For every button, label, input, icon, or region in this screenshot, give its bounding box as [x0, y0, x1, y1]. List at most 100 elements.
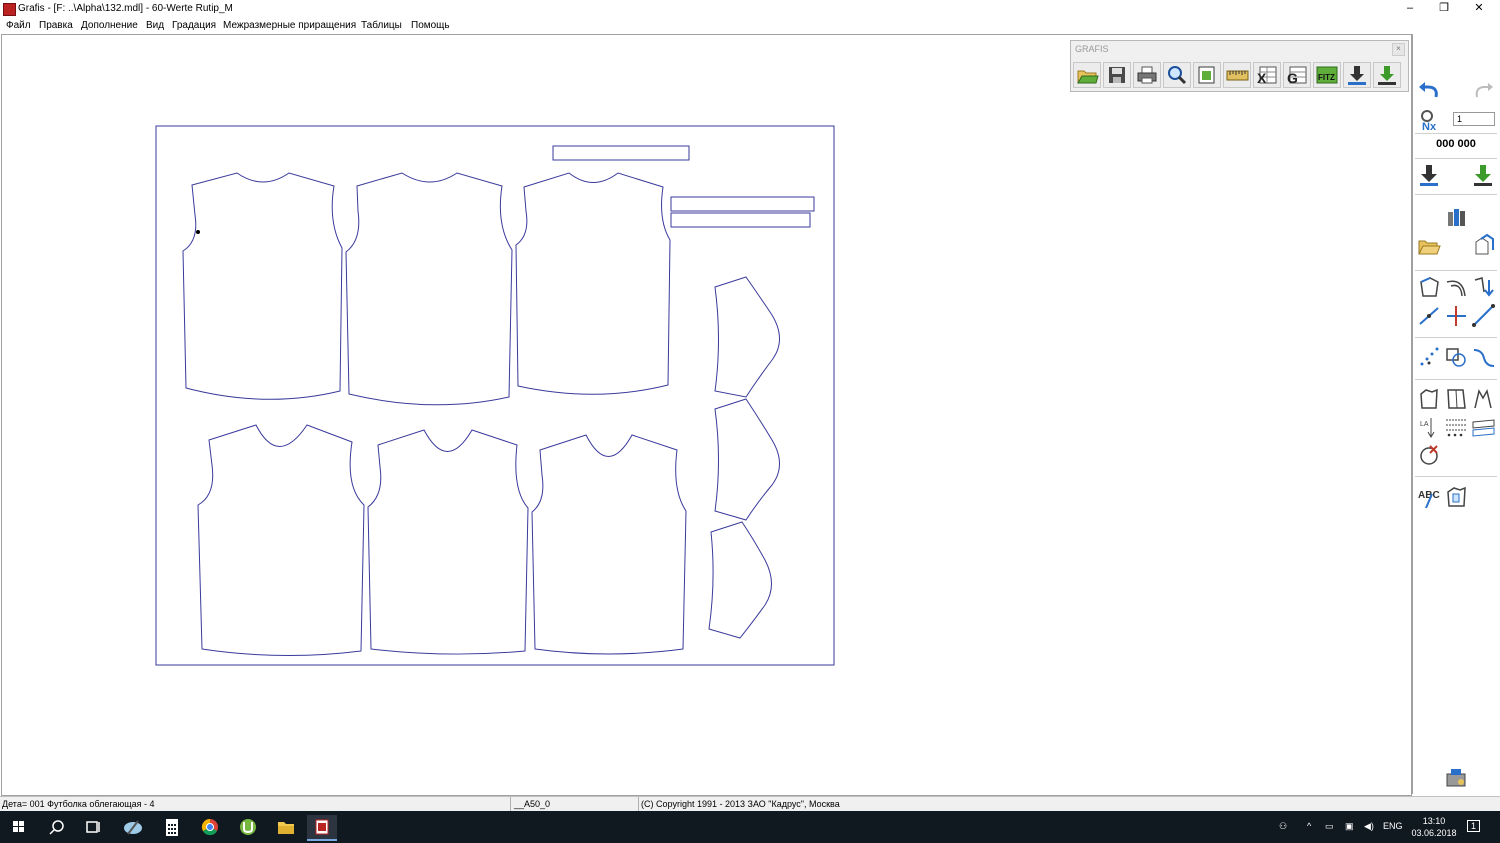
print-button[interactable] — [1133, 62, 1161, 88]
taskbar-app-utorrent[interactable] — [233, 815, 263, 839]
dashed-lines-button[interactable] — [1443, 414, 1470, 440]
sleeve-piece-1[interactable] — [714, 276, 780, 398]
taskbar-app-explorer[interactable] — [271, 815, 301, 839]
download-icon — [1420, 165, 1438, 186]
delete-piece-icon — [1420, 445, 1438, 465]
zoom-button[interactable] — [1163, 62, 1191, 88]
sleeve-piece-2[interactable] — [714, 398, 780, 521]
volume-icon[interactable]: ◀) — [1364, 821, 1374, 832]
menu-size-increments[interactable]: Межразмерные приращения — [223, 20, 356, 31]
piece-outline-icon — [1420, 388, 1438, 409]
svg-text:Nx: Nx — [1422, 121, 1437, 132]
page-button[interactable] — [1193, 62, 1221, 88]
language-indicator[interactable]: ENG — [1383, 821, 1403, 831]
start-button[interactable] — [4, 815, 34, 839]
piece-info-button[interactable] — [1443, 484, 1470, 510]
open-folder-button[interactable] — [1073, 62, 1101, 88]
undo-icon — [1419, 82, 1438, 98]
pattern-piece-bottom-3[interactable] — [531, 434, 687, 655]
settings-button[interactable] — [1443, 764, 1470, 790]
arc-icon — [1473, 349, 1495, 367]
taskbar-app-chrome[interactable] — [195, 815, 225, 839]
fitz-button[interactable]: FITZ — [1313, 62, 1341, 88]
seam-button[interactable] — [1470, 414, 1497, 440]
taskbar-app-calculator[interactable] — [157, 815, 187, 839]
shapes-button[interactable] — [1443, 344, 1470, 370]
notifications-button[interactable]: 1 — [1467, 820, 1481, 832]
drawing-canvas[interactable] — [1, 34, 1412, 796]
download-green-icon — [1474, 165, 1492, 186]
taskbar-app-grafis-active[interactable] — [307, 815, 337, 841]
library-button[interactable] — [1443, 204, 1470, 230]
svg-text:G: G — [1287, 70, 1298, 86]
menu-grading[interactable]: Градация — [172, 20, 216, 31]
network-icon[interactable]: ▣ — [1345, 821, 1354, 832]
piece-split-icon — [1447, 389, 1466, 409]
excel-table-button[interactable]: X — [1253, 62, 1281, 88]
contour-button[interactable] — [1416, 274, 1443, 300]
toolbar-title: GRAFIS — [1075, 44, 1109, 54]
menu-edit[interactable]: Правка — [39, 20, 73, 31]
menu-addons[interactable]: Дополнение — [81, 20, 138, 31]
delete-piece-button[interactable] — [1416, 442, 1443, 468]
piece-mirror-icon — [1474, 388, 1492, 409]
open-model-button[interactable] — [1416, 232, 1443, 258]
excel-table-icon: X — [1257, 66, 1277, 86]
battery-icon[interactable]: ▭ — [1325, 821, 1334, 832]
load-button[interactable] — [1416, 162, 1443, 188]
spellcheck-button[interactable]: ABC — [1416, 484, 1443, 510]
curve-button[interactable] — [1443, 274, 1470, 300]
grafis-toolbar: GRAFIS × X G FITZ — [1070, 40, 1409, 92]
piece-mirror-button[interactable] — [1470, 386, 1497, 412]
ruler-button[interactable] — [1223, 62, 1251, 88]
pattern-piece-bottom-1[interactable] — [197, 424, 365, 657]
pattern-piece-bottom-2[interactable] — [367, 429, 529, 655]
abc-text-icon: ABC — [1418, 490, 1440, 509]
redo-button[interactable] — [1470, 79, 1497, 105]
points-button[interactable] — [1416, 344, 1443, 370]
taskbar-app-grafis-alt[interactable] — [118, 815, 148, 839]
nx-button[interactable]: Nx — [1416, 106, 1443, 132]
task-view-button[interactable] — [78, 815, 108, 839]
move-button[interactable] — [1470, 274, 1497, 300]
toolbar-close-button[interactable]: × — [1392, 43, 1405, 56]
page-number-field[interactable]: 1 — [1453, 112, 1495, 126]
undo-button[interactable] — [1416, 79, 1443, 105]
piece-split-button[interactable] — [1443, 386, 1470, 412]
maximize-button[interactable]: ❐ — [1427, 0, 1461, 17]
load-green-button[interactable] — [1470, 162, 1497, 188]
rightbar-separator-3 — [1415, 194, 1497, 195]
download-button[interactable] — [1343, 62, 1371, 88]
close-button[interactable]: ✕ — [1462, 0, 1496, 17]
menu-help[interactable]: Помощь — [411, 20, 450, 31]
copy-piece-button[interactable] — [1470, 232, 1497, 258]
sleeve-piece-3[interactable] — [708, 521, 772, 639]
rightbar-separator-7 — [1415, 476, 1497, 477]
menu-file[interactable]: Файл — [6, 20, 31, 31]
people-icon[interactable]: ⚇ — [1279, 821, 1287, 832]
pattern-piece-top-1[interactable] — [182, 172, 343, 400]
dashed-lines-icon — [1446, 419, 1467, 437]
annotation-button[interactable]: LA — [1416, 414, 1443, 440]
arc-button[interactable] — [1470, 344, 1497, 370]
tray-chevron-up-icon[interactable]: ^ — [1307, 821, 1311, 831]
piece-outline-button[interactable] — [1416, 386, 1443, 412]
save-button[interactable] — [1103, 62, 1131, 88]
system-clock[interactable]: 13:10 03.06.2018 — [1404, 815, 1464, 839]
selection-point[interactable] — [196, 230, 200, 234]
diagonal-line-button[interactable] — [1470, 302, 1497, 328]
search-button[interactable] — [42, 815, 72, 839]
grafis-app-icon — [315, 819, 329, 835]
menu-view[interactable]: Вид — [146, 20, 164, 31]
pattern-piece-top-2[interactable] — [345, 172, 513, 406]
menu-tables[interactable]: Таблицы — [361, 20, 402, 31]
line-button[interactable] — [1416, 302, 1443, 328]
g-table-button[interactable]: G — [1283, 62, 1311, 88]
minimize-button[interactable]: – — [1393, 0, 1427, 17]
intersect-button[interactable] — [1443, 302, 1470, 328]
download-green-button[interactable] — [1373, 62, 1401, 88]
status-size: __A50_0 — [514, 799, 551, 809]
pattern-piece-top-3[interactable] — [515, 172, 671, 395]
open-folder-icon — [1418, 240, 1441, 255]
calculator-icon — [166, 819, 178, 836]
